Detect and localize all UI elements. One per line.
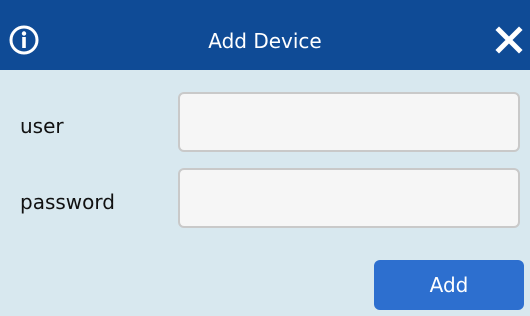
password-label: password xyxy=(20,190,115,214)
close-icon[interactable] xyxy=(494,25,524,55)
add-device-dialog: Add Device user password Add xyxy=(0,0,530,316)
add-button[interactable]: Add xyxy=(374,260,524,310)
password-input[interactable] xyxy=(178,168,520,228)
dialog-title: Add Device xyxy=(208,29,322,53)
title-bar: Add Device xyxy=(0,0,530,70)
user-label: user xyxy=(20,114,64,138)
user-input[interactable] xyxy=(178,92,520,152)
